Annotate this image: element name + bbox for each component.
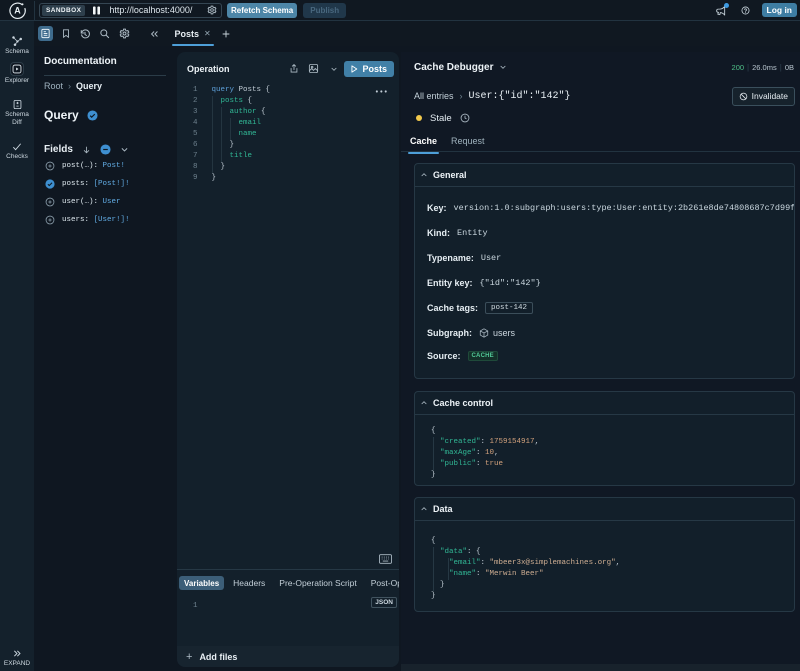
svg-text:A: A (14, 5, 21, 15)
